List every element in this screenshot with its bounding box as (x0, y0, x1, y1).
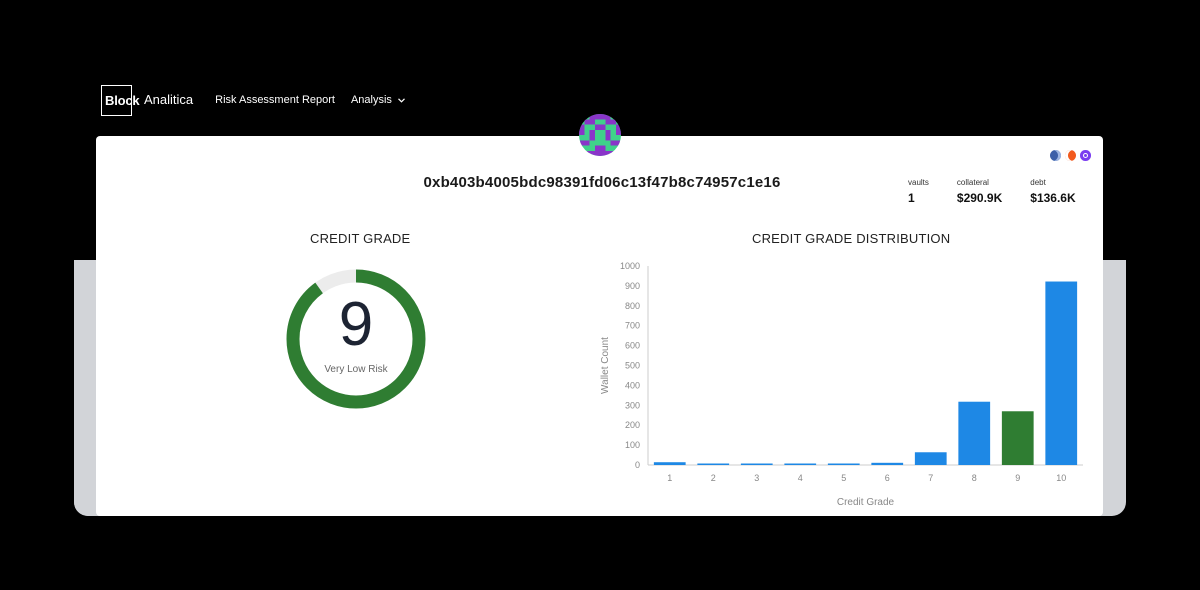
x-tick-label: 5 (841, 473, 846, 483)
block-analitica-logo[interactable]: Block Analitica (101, 84, 193, 117)
stat-label: vaults (908, 178, 929, 187)
credit-grade-title: CREDIT GRADE (310, 231, 411, 246)
logo-light-text: Analitica (144, 92, 194, 107)
x-tick-label: 6 (885, 473, 890, 483)
distribution-title: CREDIT GRADE DISTRIBUTION (752, 231, 951, 246)
y-tick-label: 500 (625, 361, 640, 371)
y-tick-label: 900 (625, 281, 640, 291)
x-tick-label: 8 (972, 473, 977, 483)
x-tick-label: 4 (798, 473, 803, 483)
stat-label: collateral (956, 178, 989, 187)
wallet-address: 0xb403b4005bdc98391fd06c13f47b8c74957c1e… (423, 174, 781, 191)
bar-grade-9 (1001, 411, 1034, 465)
stat-debt: debt $136.6K (1030, 178, 1075, 205)
y-tick-label: 0 (635, 460, 640, 470)
y-tick-label: 1000 (620, 261, 640, 271)
bar-grade-6 (871, 462, 904, 465)
purple-protocol-icon[interactable] (1080, 150, 1091, 161)
y-tick-label: 400 (625, 380, 640, 390)
x-tick-label: 3 (754, 473, 759, 483)
x-axis-label: Credit Grade (837, 497, 895, 506)
bar-grade-10 (1045, 281, 1078, 465)
wallet-avatar (579, 114, 621, 156)
top-nav: Block Analitica Risk Assessment Report A… (101, 83, 405, 117)
chevron-down-icon (398, 97, 405, 103)
bar-grade-4 (784, 463, 817, 465)
stat-label: debt (1030, 178, 1046, 187)
chain-icons (1050, 150, 1091, 161)
bar-grade-7 (914, 452, 947, 465)
logo-box: Block (101, 84, 140, 116)
y-tick-label: 300 (625, 400, 640, 410)
credit-grade-value: 9 (338, 290, 374, 359)
nav-link-analysis-label: Analysis (350, 94, 392, 106)
x-tick-label: 9 (1015, 473, 1020, 483)
nav-link-risk-assessment-report[interactable]: Risk Assessment Report (215, 94, 335, 106)
y-tick-label: 200 (625, 420, 640, 430)
y-axis-label: Wallet Count (600, 337, 611, 394)
x-tick-label: 7 (928, 473, 933, 483)
y-tick-label: 700 (625, 321, 640, 331)
y-tick-label: 800 (625, 301, 640, 311)
nav-dropdown-analysis[interactable]: Analysis (351, 94, 405, 106)
y-tick-label: 100 (625, 440, 640, 450)
x-tick-label: 1 (667, 473, 672, 483)
risk-report-card: 0xb403b4005bdc98391fd06c13f47b8c74957c1e… (96, 136, 1103, 516)
x-tick-label: 2 (711, 473, 716, 483)
orange-protocol-icon[interactable] (1065, 150, 1076, 161)
bar-grade-5 (827, 463, 860, 465)
logo-bold-text: Block (105, 92, 140, 108)
credit-grade-distribution-chart: 0 100 200 300 400 500 600 700 800 900 1000 1 2 3 4 5 6 7 8… (600, 261, 1083, 506)
bar-grade-8 (958, 401, 991, 465)
bar-grade-1 (653, 462, 686, 465)
x-tick-label: 10 (1056, 473, 1066, 483)
stat-value: 1 (908, 191, 915, 205)
risk-label: Very Low Risk (324, 364, 388, 375)
bar-grade-2 (697, 463, 730, 465)
bar-grade-3 (740, 463, 773, 465)
stat-collateral: collateral $290.9K (957, 178, 1002, 205)
ethereum-icon[interactable] (1050, 150, 1061, 161)
stat-value: $136.6K (1030, 191, 1076, 205)
wallet-stats: vaults 1 collateral $290.9K debt $136.6K (908, 178, 1104, 205)
stat-value: $290.9K (956, 191, 1003, 205)
y-tick-label: 600 (625, 341, 640, 351)
stat-vaults: vaults 1 (908, 178, 929, 205)
